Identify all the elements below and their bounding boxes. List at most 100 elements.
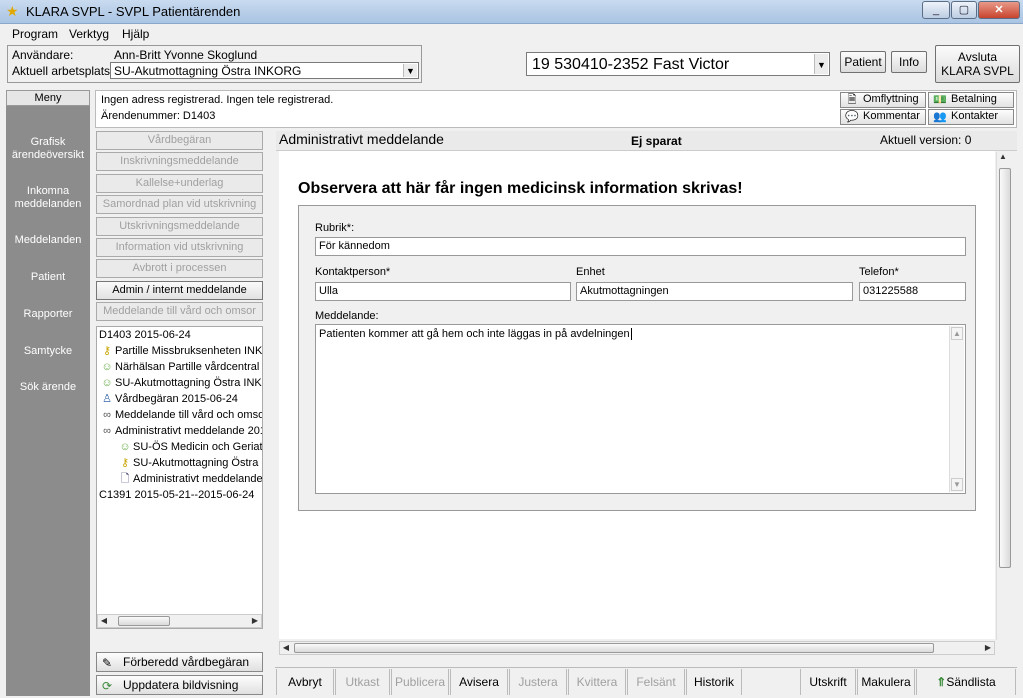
maximize-button[interactable]: ▢: [951, 1, 977, 19]
patient-select[interactable]: 19 530410-2352 Fast Victor ▼: [526, 52, 830, 76]
link-icon: ∞: [103, 409, 111, 421]
textarea-scrollbar[interactable]: ▲ ▼: [949, 326, 964, 492]
people-icon: ☺: [119, 441, 131, 453]
tree-node[interactable]: ☺ SU-Akutmottagning Östra INKO: [99, 375, 262, 391]
tree-node[interactable]: ∞ Meddelande till vård och omsorg: [99, 407, 262, 423]
patient-value: 19 530410-2352 Fast Victor: [532, 56, 730, 73]
workplace-select[interactable]: SU-Akutmottagning Östra INKORG ▼: [110, 62, 419, 79]
avbrott-button[interactable]: Avbrott i processen: [96, 259, 263, 278]
menu-verktyg[interactable]: Verktyg: [69, 27, 109, 41]
uppdatera-bildvisning-button[interactable]: ⟳ Uppdatera bildvisning: [96, 675, 263, 695]
historik-button[interactable]: Historik: [686, 669, 742, 695]
sidebar-item-samtycke[interactable]: Samtycke: [6, 345, 90, 358]
vardbegaran-button[interactable]: Vårdbegäran: [96, 131, 263, 150]
utskrivningsmeddelande-button[interactable]: Utskrivningsmeddelande: [96, 217, 263, 236]
rubrik-label: Rubrik*:: [315, 222, 355, 234]
link-icon: ∞: [103, 425, 111, 437]
scroll-thumb[interactable]: [999, 168, 1011, 568]
admin-meddelande-button[interactable]: Admin / internt meddelande: [96, 281, 263, 300]
sidebar-item-meddelanden[interactable]: Meddelanden: [6, 234, 90, 247]
utkast-button[interactable]: Utkast: [335, 669, 390, 695]
sidebar-item-sok-arende[interactable]: Sök ärende: [6, 381, 90, 394]
makulera-button[interactable]: Makulera: [857, 669, 915, 695]
tree-node[interactable]: ⚷ SU-Akutmottagning Östra IN: [117, 455, 262, 471]
chevron-down-icon[interactable]: ▼: [403, 64, 417, 77]
avbryt-button[interactable]: Avbryt: [276, 669, 334, 695]
inskrivningsmeddelande-button[interactable]: Inskrivningsmeddelande: [96, 152, 263, 171]
avisera-button[interactable]: Avisera: [450, 669, 508, 695]
title-bar: ★ KLARA SVPL - SVPL Patientärenden _ ▢ ✕: [0, 0, 1023, 24]
tree-node[interactable]: D1403 2015-06-24: [99, 327, 191, 343]
telefon-input[interactable]: 031225588: [859, 282, 966, 301]
tree-node[interactable]: ⚷ Partille Missbruksenheten INKO: [99, 343, 262, 359]
scroll-down-icon[interactable]: ▼: [951, 478, 963, 491]
action-toolbar: Avbryt Utkast Publicera Avisera Justera …: [275, 667, 1017, 697]
scroll-right-icon[interactable]: ▶: [249, 615, 261, 627]
kontakter-button[interactable]: 👥 Kontakter: [928, 109, 1014, 125]
main-panel: Administrativt meddelande Ej sparat Aktu…: [276, 131, 1017, 655]
scroll-left-icon[interactable]: ◀: [98, 615, 110, 627]
kvittera-button[interactable]: Kvittera: [568, 669, 626, 695]
meddelande-label: Meddelande:: [315, 310, 379, 322]
utskrift-button[interactable]: Utskrift: [800, 669, 856, 695]
menu-hjalp[interactable]: Hjälp: [122, 27, 149, 41]
patient-button[interactable]: Patient: [840, 51, 886, 73]
tree-node[interactable]: C1391 2015-05-21--2015-06-24: [99, 487, 254, 503]
tree-node[interactable]: ☺ SU-ÖS Medicin och Geriatrik: [117, 439, 262, 455]
enhet-input[interactable]: Akutmottagningen: [576, 282, 853, 301]
tree-node[interactable]: ♙ Vårdbegäran 2015-06-24: [99, 391, 238, 407]
sidebar-menu: Meny Grafisk ärendeöversikt Inkomna meddel…: [6, 90, 90, 696]
scroll-left-icon[interactable]: ◀: [280, 642, 292, 654]
person-edit-icon: ✎: [102, 656, 113, 670]
info-button[interactable]: Info: [891, 51, 927, 73]
information-utskrivning-button[interactable]: Information vid utskrivning: [96, 238, 263, 257]
exit-button[interactable]: Avsluta KLARA SVPL: [935, 45, 1020, 83]
scroll-thumb[interactable]: [118, 616, 170, 626]
scroll-right-icon[interactable]: ▶: [982, 642, 994, 654]
meddelande-textarea[interactable]: Patienten kommer att gå hem och inte läg…: [315, 324, 966, 494]
kontakt-label: Kontaktperson*: [315, 266, 391, 278]
refresh-icon: ⟳: [102, 679, 113, 693]
minimize-button[interactable]: _: [922, 1, 950, 19]
forberedd-vardbegaran-button[interactable]: ✎ Förberedd vårdbegäran: [96, 652, 263, 672]
sidebar-item-rapporter[interactable]: Rapporter: [6, 308, 90, 321]
publicera-button[interactable]: Publicera: [391, 669, 449, 695]
sidebar-item-inkomna[interactable]: Inkomna meddelanden: [6, 185, 90, 211]
main-horizontal-scrollbar[interactable]: ◀ ▶: [279, 641, 995, 655]
omflyttning-button[interactable]: 🗎 Omflyttning: [840, 92, 926, 108]
address-info: Ingen adress registrerad. Ingen tele reg…: [101, 94, 334, 106]
app-star-icon: ★: [6, 3, 19, 19]
meddelande-vard-omsorg-button[interactable]: Meddelande till vård och omsor: [96, 302, 263, 321]
menu-program[interactable]: Program: [12, 27, 58, 41]
exit-line2: KLARA SVPL: [941, 64, 1014, 78]
scroll-up-icon[interactable]: ▲: [951, 327, 963, 340]
justera-button[interactable]: Justera: [509, 669, 567, 695]
main-vertical-scrollbar[interactable]: ▲: [996, 152, 1013, 640]
sidebar-item-patient[interactable]: Patient: [6, 271, 90, 284]
tree-node[interactable]: ∞ Administrativt meddelande 2015: [99, 423, 262, 439]
relocate-icon: 🗎: [847, 94, 857, 106]
sandlista-button[interactable]: ⇑Sändlista: [916, 669, 1016, 695]
money-icon: 💵: [933, 94, 947, 106]
kommentar-button[interactable]: 💬 Kommentar: [840, 109, 926, 125]
betalning-button[interactable]: 💵 Betalning: [928, 92, 1014, 108]
kontakt-input[interactable]: Ulla: [315, 282, 571, 301]
chevron-down-icon[interactable]: ▼: [814, 54, 828, 74]
user-box: Användare: Ann-Britt Yvonne Skoglund Akt…: [7, 45, 422, 83]
workplace-value: SU-Akutmottagning Östra INKORG: [114, 64, 302, 78]
tree-node[interactable]: ☺ Närhälsan Partille vårdcentral 2: [99, 359, 262, 375]
workplace-label: Aktuell arbetsplats:: [12, 64, 114, 78]
form-content: Observera att här får ingen medicinsk in…: [279, 151, 995, 639]
samordnad-plan-button[interactable]: Samordnad plan vid utskrivning: [96, 195, 263, 214]
tree-horizontal-scrollbar[interactable]: ◀ ▶: [97, 614, 262, 628]
rubrik-input[interactable]: För kännedom: [315, 237, 966, 256]
scroll-thumb[interactable]: [294, 643, 934, 653]
felsant-button[interactable]: Felsänt: [627, 669, 685, 695]
kallelse-button[interactable]: Kallelse+underlag: [96, 174, 263, 193]
menu-bar: Program Verktyg Hjälp: [0, 25, 1023, 43]
document-icon: 🗋: [120, 473, 130, 485]
close-button[interactable]: ✕: [978, 1, 1020, 19]
sidebar-item-grafisk[interactable]: Grafisk ärendeöversikt: [6, 136, 90, 162]
tree-node-selected[interactable]: 🗋 Administrativt meddelande 2: [117, 471, 262, 487]
scroll-up-icon[interactable]: ▲: [999, 152, 1007, 161]
